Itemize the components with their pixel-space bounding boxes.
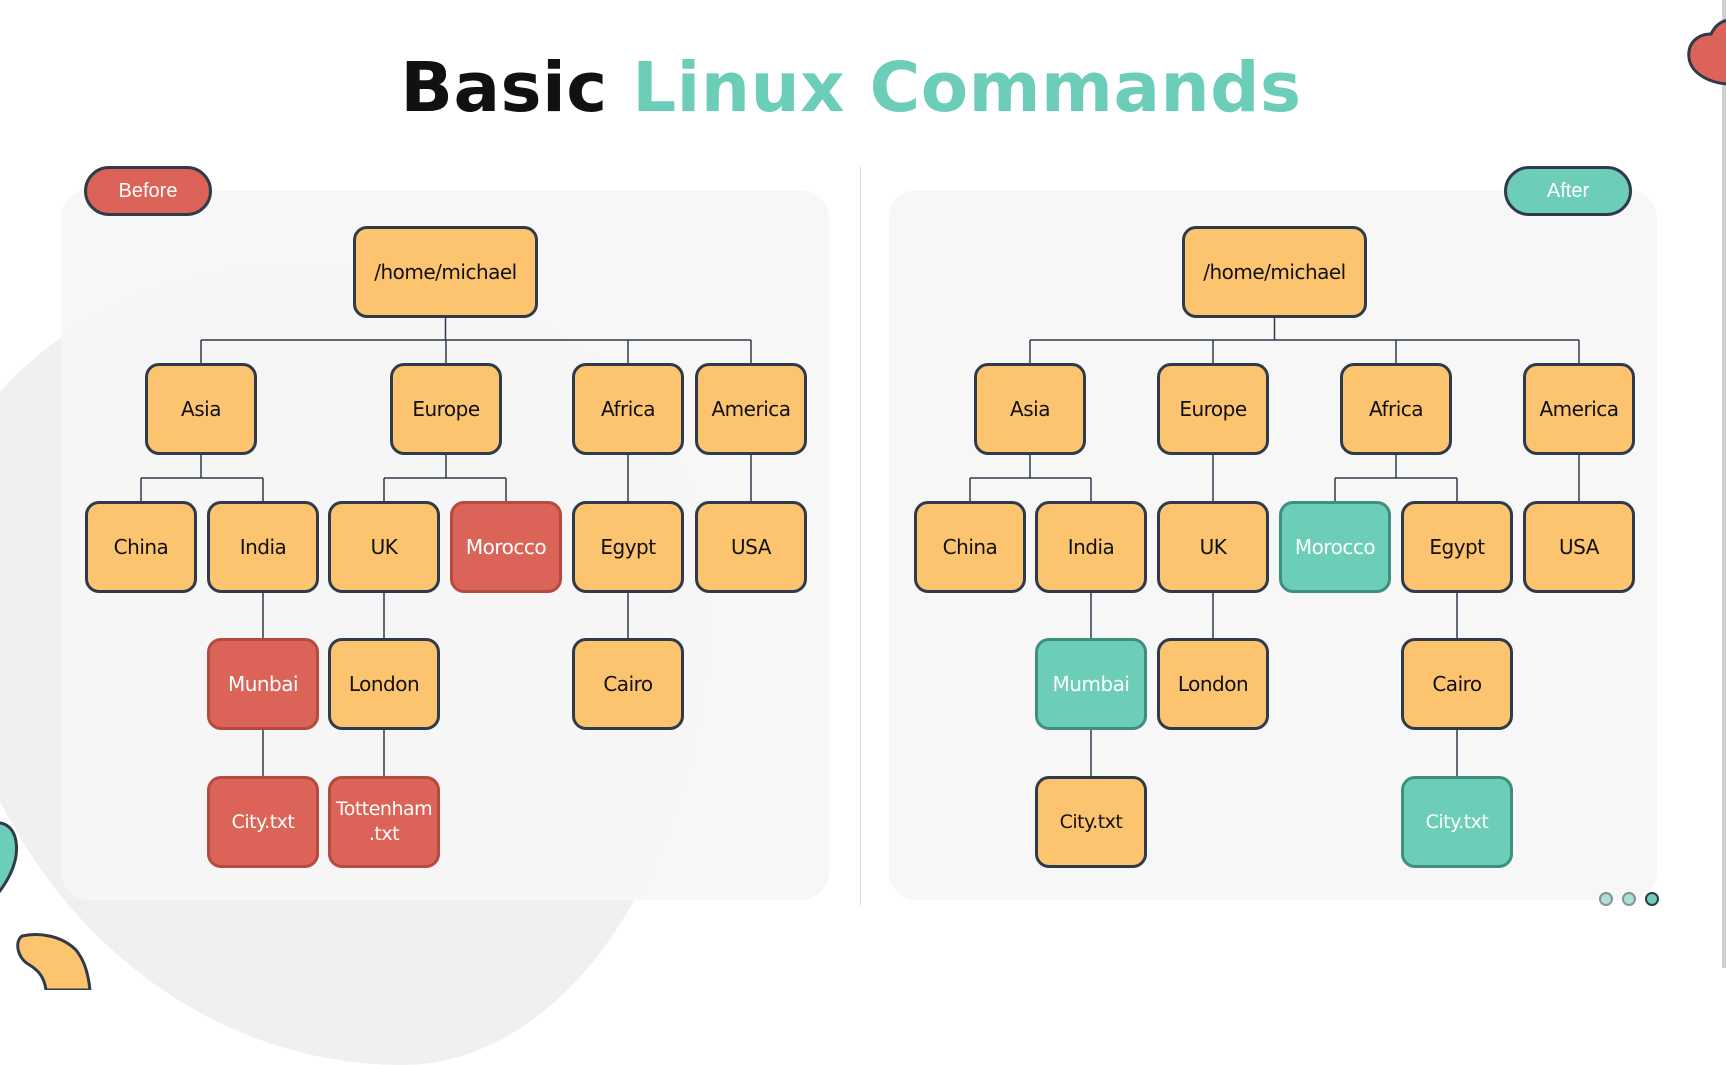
before-node-city: City.txt (207, 776, 319, 868)
node-label: Mumbai (1052, 671, 1130, 696)
node-label: City.txt (231, 810, 295, 833)
decorative-blob-red (1687, 19, 1726, 86)
node-label: London (1177, 671, 1249, 696)
after-node-europe: Europe (1157, 363, 1269, 455)
after-node-india: India (1035, 501, 1147, 593)
node-label: UK (1199, 534, 1227, 559)
pagination-dot[interactable] (1622, 892, 1636, 906)
node-label: Egypt (600, 534, 656, 559)
before-node-africa: Africa (572, 363, 684, 455)
after-node-mumbai: Mumbai (1035, 638, 1147, 730)
before-node-egypt: Egypt (572, 501, 684, 593)
after-node-egypt: Egypt (1401, 501, 1513, 593)
node-label: America (1539, 396, 1620, 421)
after-node-cairo: Cairo (1401, 638, 1513, 730)
after-node-london: London (1157, 638, 1269, 730)
after-node-america: America (1523, 363, 1635, 455)
before-node-tottenham: Tottenham .txt (328, 776, 440, 868)
pagination-dot[interactable] (1599, 892, 1613, 906)
node-label: /home/michael (1203, 259, 1346, 284)
node-label: America (711, 396, 792, 421)
before-node-morocco: Morocco (450, 501, 562, 593)
after-node-africa: Africa (1340, 363, 1452, 455)
after-node-uk: UK (1157, 501, 1269, 593)
before-node-europe: Europe (390, 363, 502, 455)
node-label: China (942, 534, 998, 559)
node-label: Egypt (1429, 534, 1485, 559)
node-label: Europe (1179, 396, 1247, 421)
before-node-uk: UK (328, 501, 440, 593)
after-node-usa: USA (1523, 501, 1635, 593)
before-node-london: London (328, 638, 440, 730)
before-node-cairo: Cairo (572, 638, 684, 730)
node-label: Asia (1010, 396, 1050, 421)
node-label: London (348, 671, 420, 696)
before-node-china: China (85, 501, 197, 593)
node-label: Tottenham .txt (335, 798, 433, 845)
before-node-usa: USA (695, 501, 807, 593)
node-label: Morocco (465, 534, 547, 559)
node-label: City.txt (1059, 810, 1123, 833)
after-node-city2: City.txt (1401, 776, 1513, 868)
node-label: Cairo (1432, 671, 1482, 696)
node-label: USA (1559, 534, 1599, 559)
before-node-america: America (695, 363, 807, 455)
node-label: Morocco (1294, 534, 1376, 559)
decorative-blob-orange (16, 933, 92, 990)
node-label: India (1067, 534, 1115, 559)
node-label: India (239, 534, 287, 559)
after-node-root: /home/michael (1182, 226, 1367, 318)
node-label: China (113, 534, 169, 559)
node-label: Europe (412, 396, 480, 421)
node-label: Munbai (227, 671, 299, 696)
after-node-morocco: Morocco (1279, 501, 1391, 593)
node-label: Asia (181, 396, 221, 421)
after-node-city1: City.txt (1035, 776, 1147, 868)
node-label: USA (731, 534, 771, 559)
after-node-china: China (914, 501, 1026, 593)
node-label: UK (370, 534, 398, 559)
node-label: Africa (600, 396, 656, 421)
before-node-india: India (207, 501, 319, 593)
before-node-asia: Asia (145, 363, 257, 455)
after-node-asia: Asia (974, 363, 1086, 455)
node-label: Cairo (603, 671, 653, 696)
before-node-root: /home/michael (353, 226, 538, 318)
node-label: City.txt (1425, 810, 1489, 833)
before-node-munbai: Munbai (207, 638, 319, 730)
decorative-blob-teal (0, 821, 18, 894)
node-label: /home/michael (374, 259, 517, 284)
node-label: Africa (1368, 396, 1424, 421)
pagination-dot[interactable] (1645, 892, 1659, 906)
